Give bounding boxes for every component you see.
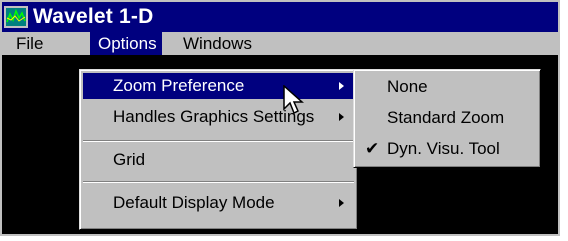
menu-options[interactable]: Options	[90, 32, 162, 55]
menu-separator	[83, 181, 354, 183]
submenu-item-standard-zoom[interactable]: Standard Zoom	[357, 105, 537, 131]
submenu-item-label: None	[387, 77, 428, 96]
zoom-preference-submenu: None Standard Zoom ✔ Dyn. Visu. Tool	[353, 69, 541, 168]
submenu-item-label: Standard Zoom	[387, 108, 505, 127]
menu-bar: File Options Windows	[2, 32, 558, 55]
mouse-pointer-icon	[283, 85, 304, 115]
menu-item-label: Zoom Preference	[113, 76, 245, 95]
menu-item-label: Default Display Mode	[113, 193, 275, 212]
menu-item-grid[interactable]: Grid	[83, 147, 354, 173]
menu-windows[interactable]: Windows	[175, 32, 260, 55]
submenu-arrow-icon	[339, 82, 344, 90]
menu-item-handles-graphics-settings[interactable]: Handles Graphics Settings	[83, 104, 354, 130]
menu-item-zoom-preference[interactable]: Zoom Preference	[83, 73, 354, 99]
submenu-item-none[interactable]: None	[357, 74, 537, 100]
options-menu: Zoom Preference Handles Graphics Setting…	[79, 69, 358, 230]
submenu-arrow-icon	[339, 199, 344, 207]
submenu-item-label: Dyn. Visu. Tool	[387, 139, 500, 158]
title-bar[interactable]: Wavelet 1-D	[2, 2, 558, 32]
submenu-arrow-icon	[339, 113, 344, 121]
menu-separator	[83, 140, 354, 142]
submenu-item-dyn-visu-tool[interactable]: ✔ Dyn. Visu. Tool	[357, 136, 537, 162]
menu-item-default-display-mode[interactable]: Default Display Mode	[83, 190, 354, 216]
window-title: Wavelet 1-D	[33, 5, 154, 28]
menu-item-label: Grid	[113, 150, 146, 169]
menu-file[interactable]: File	[8, 32, 51, 55]
checkmark-icon: ✔	[365, 139, 380, 158]
wavelet-app-icon[interactable]	[3, 5, 29, 29]
